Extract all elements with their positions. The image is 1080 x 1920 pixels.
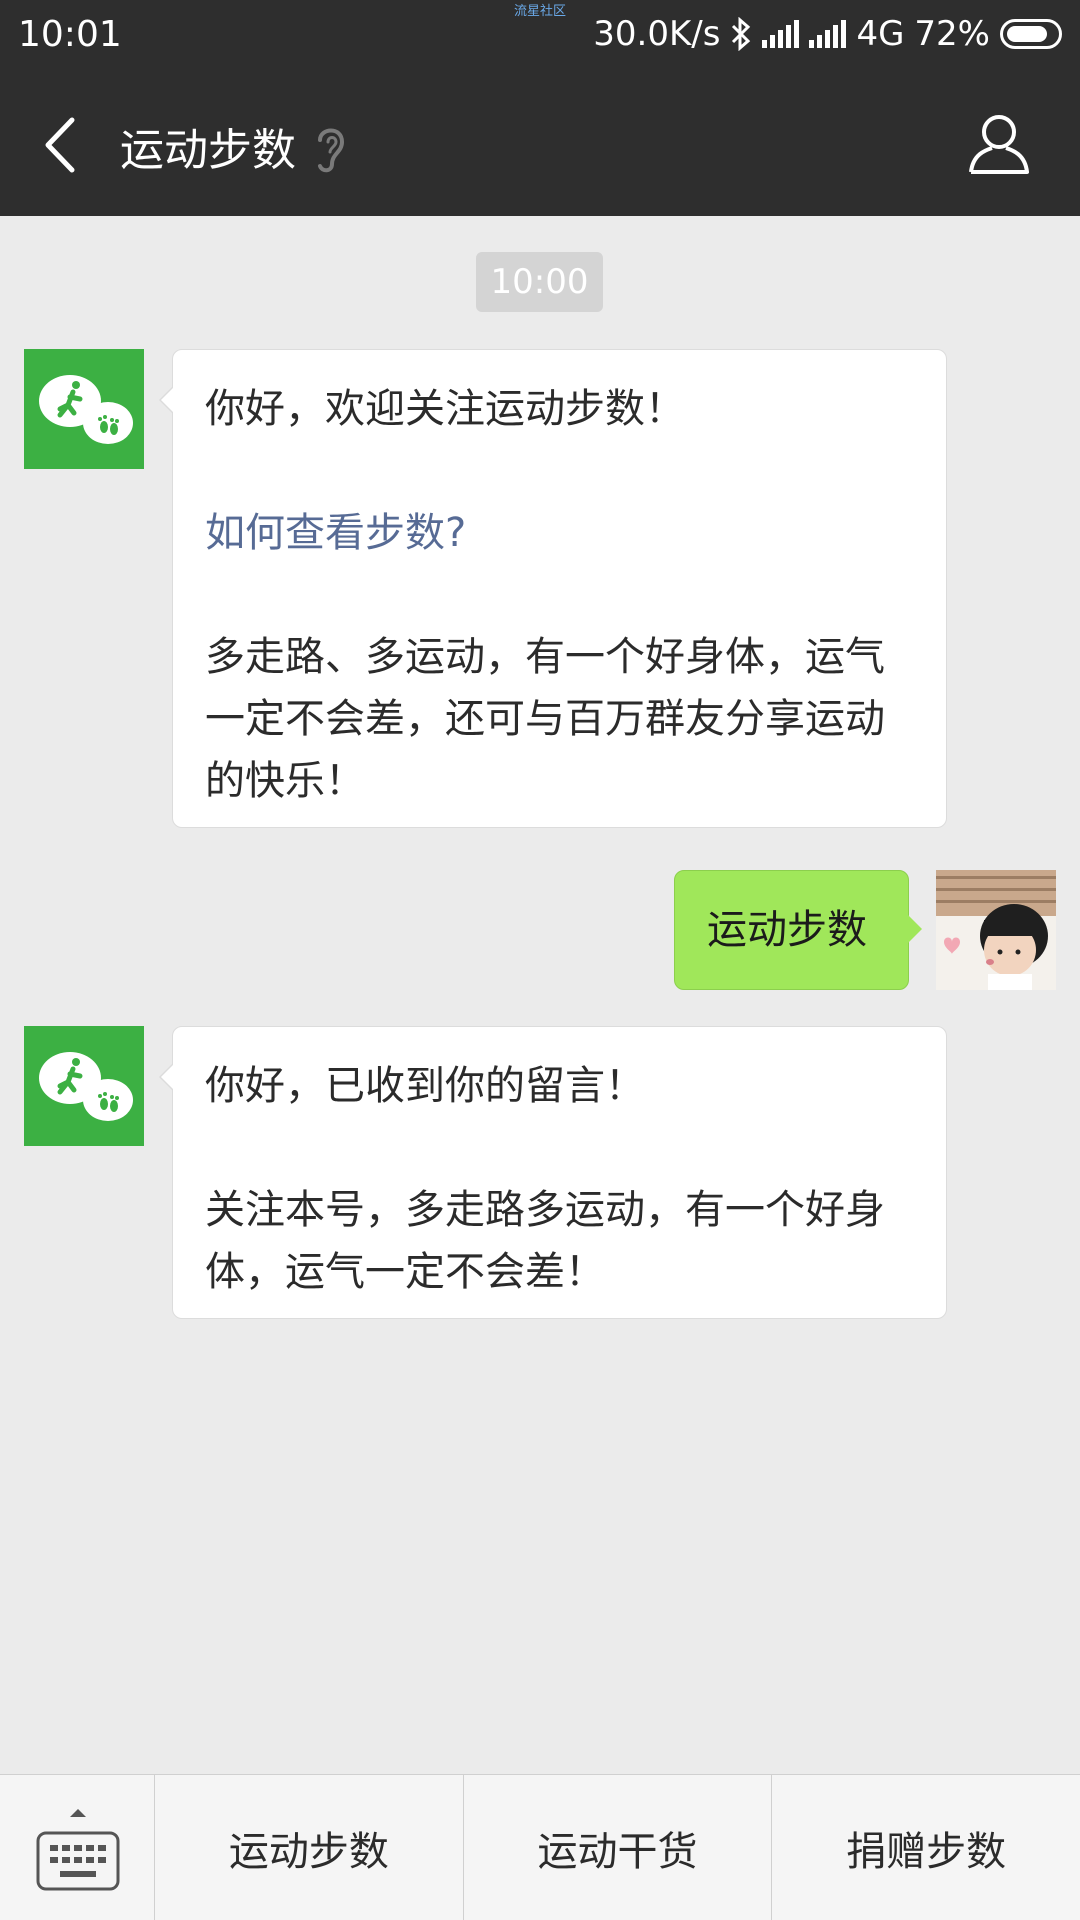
message-greeting: 你好，已收到你的留言！ [205, 1063, 645, 1109]
page-title: 运动步数 [120, 125, 296, 176]
user-message-text: 运动步数 [707, 907, 867, 953]
bot-message-bubble: 你好，欢迎关注运动步数！ 如何查看步数? 多走路、多运动，有一个好身体，运气一定… [159, 349, 947, 828]
status-bar: 流星社区 10:01 30.0K/s 4G 72% [0, 0, 1080, 72]
battery-percent: 72% [914, 14, 990, 54]
title-bar: 运动步数 [0, 72, 1080, 216]
menu-item-donate[interactable]: 捐赠步数 [772, 1775, 1080, 1920]
bluetooth-icon [732, 17, 751, 51]
keyboard-toggle-button[interactable] [0, 1775, 155, 1920]
status-time: 10:01 [18, 14, 122, 55]
bot-avatar[interactable] [24, 349, 144, 469]
message-greeting: 你好，欢迎关注运动步数！ [205, 386, 685, 432]
how-to-view-steps-link[interactable]: 如何查看步数? [205, 502, 914, 564]
battery-icon [1000, 19, 1062, 49]
network-type: 4G [856, 14, 905, 54]
network-speed: 30.0K/s [593, 14, 721, 54]
signal-icon [762, 20, 800, 48]
status-indicators: 30.0K/s 4G 72% [593, 14, 1062, 54]
menu-item-tips[interactable]: 运动干货 [464, 1775, 773, 1920]
message-body: 关注本号，多走路多运动，有一个好身体，运气一定不会差！ [205, 1187, 885, 1295]
keyboard-icon [36, 1809, 120, 1891]
signal-icon-2 [809, 20, 847, 48]
profile-icon[interactable] [968, 112, 1030, 176]
menu-item-steps[interactable]: 运动步数 [155, 1775, 464, 1920]
chat-timestamp: 10:00 [476, 252, 603, 312]
ear-icon [318, 128, 345, 173]
user-message-bubble: 运动步数 [674, 870, 922, 990]
message-body: 多走路、多运动，有一个好身体，运气一定不会差，还可与百万群友分享运动的快乐！ [205, 634, 885, 804]
back-arrow-icon[interactable] [34, 110, 94, 180]
bottom-menu: 运动步数 运动干货 捐赠步数 [0, 1774, 1080, 1920]
bot-message-bubble: 你好，已收到你的留言！ 关注本号，多走路多运动，有一个好身体，运气一定不会差！ [159, 1026, 947, 1319]
bot-avatar[interactable] [24, 1026, 144, 1146]
user-avatar[interactable] [936, 870, 1056, 990]
